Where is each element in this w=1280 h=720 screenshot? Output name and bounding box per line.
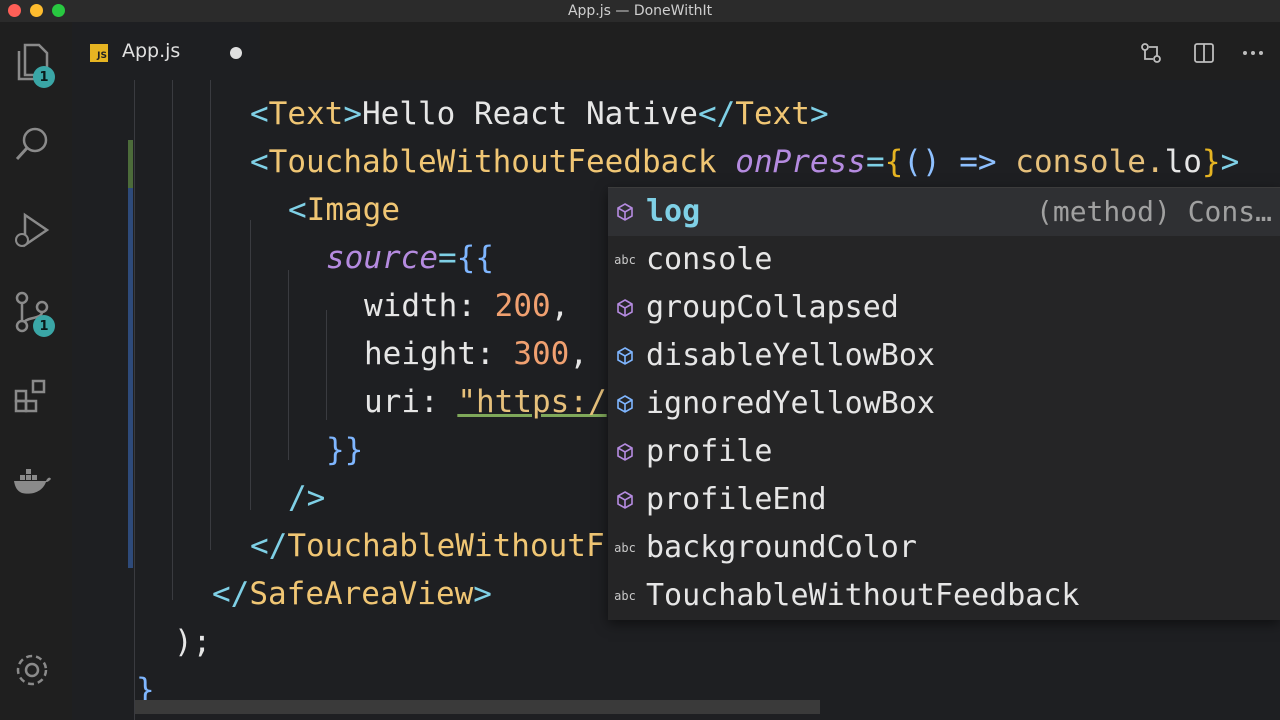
suggestion-item[interactable]: profileEnd xyxy=(608,476,1280,524)
explorer-badge: 1 xyxy=(33,66,55,88)
run-debug-icon[interactable] xyxy=(10,208,54,252)
code-line-text: <Text>Hello React Native</Text> xyxy=(250,96,829,132)
method-icon xyxy=(614,202,636,222)
suggestion-item[interactable]: abc TouchableWithoutFeedback xyxy=(608,572,1280,620)
docker-icon[interactable] xyxy=(10,460,54,504)
suggestion-item[interactable]: log (method) Cons… xyxy=(608,188,1280,236)
autocomplete-suggestions: log (method) Cons… abc console groupColl… xyxy=(608,187,1280,620)
source-control-badge: 1 xyxy=(33,315,55,337)
code-line-close-braces: }} xyxy=(326,432,364,468)
code-line-self-close: /> xyxy=(288,480,326,516)
property-icon xyxy=(614,346,636,366)
code-line-uri: uri: "https:/ xyxy=(364,384,607,420)
suggestion-item[interactable]: abc console xyxy=(608,236,1280,284)
suggestion-detail: (method) Cons… xyxy=(1035,195,1272,228)
unsaved-dot-icon[interactable] xyxy=(230,47,242,59)
search-icon[interactable] xyxy=(10,122,54,166)
activity-bar: 1 1 xyxy=(0,22,73,720)
tab-bar: JS App.js xyxy=(72,22,1280,82)
horizontal-scrollbar[interactable] xyxy=(135,700,820,714)
method-icon xyxy=(614,442,636,462)
property-icon xyxy=(614,394,636,414)
settings-gear-icon[interactable] xyxy=(10,648,54,692)
suggestion-item[interactable]: groupCollapsed xyxy=(608,284,1280,332)
code-line-image: <Image xyxy=(288,192,400,228)
code-line-width: width: 200, xyxy=(364,288,570,324)
split-editor-icon[interactable] xyxy=(1191,40,1217,66)
code-line-height: height: 300, xyxy=(364,336,588,372)
tab-app-js[interactable]: JS App.js xyxy=(72,22,260,82)
text-abc-icon: abc xyxy=(614,589,636,603)
tab-label: App.js xyxy=(122,40,181,62)
method-icon xyxy=(614,298,636,318)
compare-changes-icon[interactable] xyxy=(1138,40,1164,66)
suggestion-item[interactable]: abc backgroundColor xyxy=(608,524,1280,572)
code-line-close-touchable: </TouchableWithoutF xyxy=(250,528,605,564)
text-abc-icon: abc xyxy=(614,541,636,555)
window-title: App.js — DoneWithIt xyxy=(567,3,713,19)
method-icon xyxy=(614,490,636,510)
text-abc-icon: abc xyxy=(614,253,636,267)
title-bar: App.js — DoneWithIt xyxy=(0,0,1280,22)
code-line-close-safeareaview: </SafeAreaView> xyxy=(212,576,492,612)
code-line-touchable: <TouchableWithoutFeedback onPress={() =>… xyxy=(250,144,1240,180)
suggestion-item[interactable]: ignoredYellowBox xyxy=(608,380,1280,428)
code-line-source: source={{ xyxy=(326,240,494,276)
extensions-icon[interactable] xyxy=(10,374,54,418)
suggestion-item[interactable]: disableYellowBox xyxy=(608,332,1280,380)
code-line-close-paren: ); xyxy=(174,624,212,660)
more-actions-icon[interactable] xyxy=(1240,40,1266,66)
suggestion-item[interactable]: profile xyxy=(608,428,1280,476)
javascript-file-icon: JS xyxy=(90,44,108,62)
